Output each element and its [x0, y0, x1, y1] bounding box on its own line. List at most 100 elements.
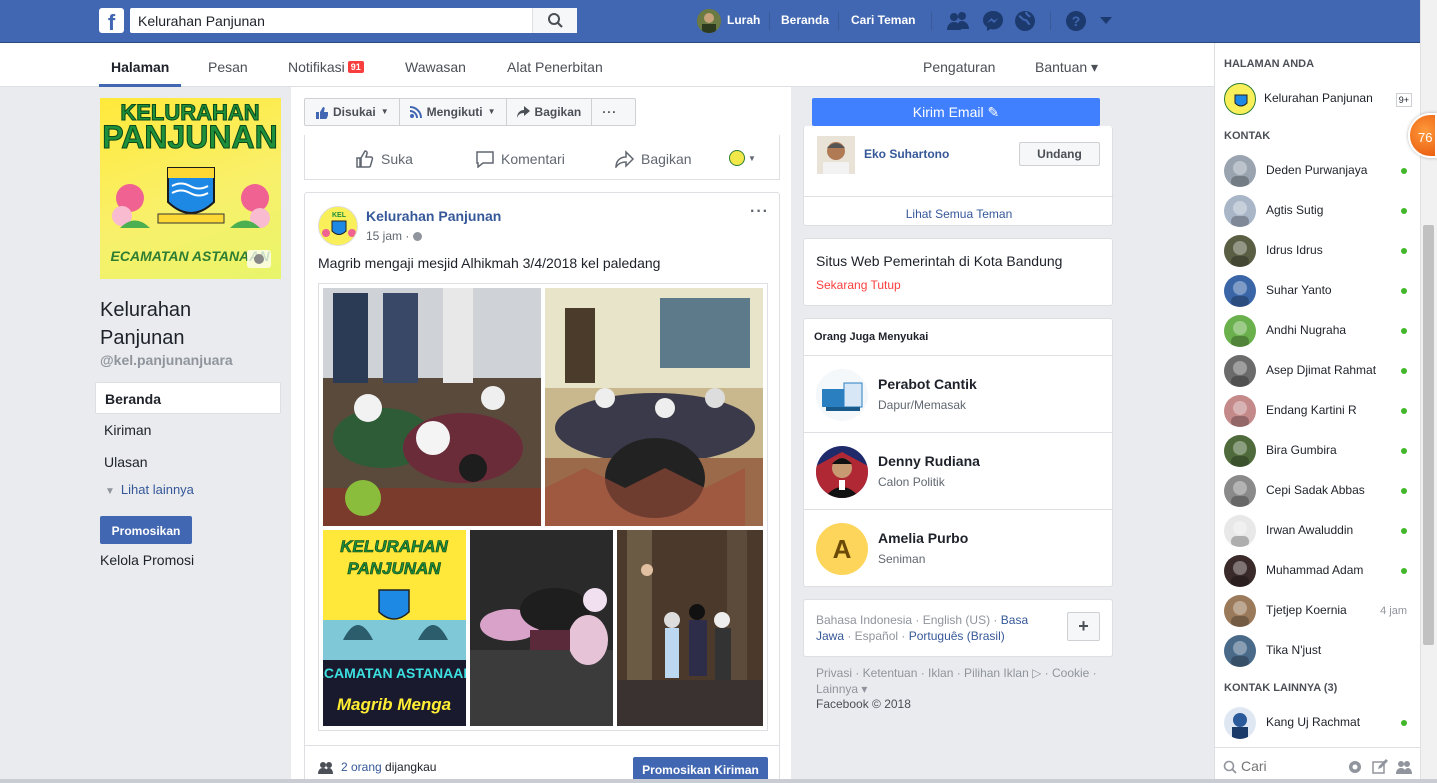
contact-item[interactable]: Tika N'just	[1215, 631, 1420, 671]
find-friends-link[interactable]: Cari Teman	[851, 13, 915, 27]
scrollbar-thumb[interactable]	[1423, 225, 1434, 645]
contact-item[interactable]: Cepi Sadak Abbas	[1215, 471, 1420, 511]
contacts-header: KONTAK	[1224, 130, 1271, 142]
chevron-down-icon[interactable]	[1099, 16, 1113, 26]
contact-item[interactable]: Muhammad Adam	[1215, 551, 1420, 591]
contact-avatar	[1224, 315, 1256, 347]
post-author-name[interactable]: Kelurahan Panjunan	[366, 208, 501, 224]
more-languages-button[interactable]: +	[1067, 612, 1100, 641]
profile-link[interactable]: Lurah	[727, 13, 760, 27]
contact-item[interactable]: Andhi Nugraha	[1215, 311, 1420, 351]
post-photo-4[interactable]	[470, 530, 613, 726]
new-message-icon[interactable]	[1372, 759, 1388, 775]
post-as-selector[interactable]: ▼	[729, 150, 756, 166]
page-username[interactable]: @kel.panjunanjuara	[100, 352, 233, 368]
post-author-avatar[interactable]: KEL	[318, 206, 358, 246]
contact-item[interactable]: Asep Djimat Rahmat	[1215, 351, 1420, 391]
see-more-link[interactable]: ▼ Lihat lainnya	[105, 482, 194, 497]
online-indicator	[1401, 448, 1407, 454]
suggested-page[interactable]: A Amelia Purbo Seniman	[804, 510, 1112, 587]
suggested-page-category: Seniman	[878, 552, 926, 566]
contact-name: Deden Purwanjaya	[1266, 163, 1368, 177]
online-indicator	[1401, 168, 1407, 174]
post-photo-5[interactable]	[617, 530, 763, 726]
post-photo-3[interactable]: KELURAHAN PANJUNAN ECAMATAN ASTANAAN Magrib…	[323, 530, 466, 726]
messenger-icon[interactable]	[982, 10, 1004, 32]
friend-requests-icon[interactable]	[946, 10, 970, 32]
post-timestamp[interactable]: 15 jam ·	[366, 229, 422, 243]
post-photo-1[interactable]	[323, 288, 541, 526]
facebook-logo[interactable]: f	[99, 8, 124, 33]
tab-page[interactable]: Halaman	[111, 59, 169, 75]
footer-links[interactable]: Privasi · Ketentuan · Iklan · Pilihan Ik…	[816, 665, 1106, 697]
contact-item[interactable]: Deden Purwanjaya	[1215, 151, 1420, 191]
help-icon[interactable]: ?	[1065, 10, 1087, 32]
tab-insights[interactable]: Wawasan	[405, 59, 466, 75]
contact-avatar	[1224, 235, 1256, 267]
share-page-button[interactable]: Bagikan	[507, 99, 593, 125]
home-link[interactable]: Beranda	[781, 13, 829, 27]
your-page-badge: 9+	[1395, 93, 1412, 107]
liked-button[interactable]: Disukai ▼	[305, 99, 400, 125]
tab-inbox[interactable]: Pesan	[208, 59, 248, 75]
post-photo-grid: KELURAHAN PANJUNAN ECAMATAN ASTANAAN Magrib…	[318, 283, 768, 731]
friend-name-link[interactable]: Eko Suhartono	[864, 147, 949, 161]
contact-item[interactable]: Tjetjep Koernia 4 jam	[1215, 591, 1420, 631]
following-label: Mengikuti	[426, 105, 483, 119]
page-title[interactable]: Kelurahan Panjunan	[100, 296, 250, 352]
tab-notifications[interactable]: Notifikasi 91	[288, 59, 364, 75]
people-icon	[318, 762, 333, 774]
search-button[interactable]	[532, 8, 577, 33]
send-email-button[interactable]: Kirim Email ✎	[812, 98, 1100, 126]
settings-link[interactable]: Pengaturan	[923, 59, 995, 75]
help-dropdown[interactable]: Bantuan ▾	[1035, 59, 1098, 76]
suggested-page[interactable]: Denny Rudiana Calon Politik	[804, 433, 1112, 510]
contact-item[interactable]: Endang Kartini R	[1215, 391, 1420, 431]
poster-line1-text: KELURAHAN	[340, 537, 448, 556]
contact-item[interactable]: Irwan Awaluddin	[1215, 511, 1420, 551]
left-menu-home[interactable]: Beranda	[95, 382, 281, 414]
like-button[interactable]: Suka	[355, 150, 413, 168]
contact-item[interactable]: Kang Uj Rachmat	[1215, 703, 1420, 743]
nav-divider	[769, 12, 770, 30]
share-button[interactable]: Bagikan	[615, 150, 692, 168]
friend-avatar[interactable]	[817, 136, 855, 174]
contact-item[interactable]: Bira Gumbira	[1215, 431, 1420, 471]
post-card: KEL Kelurahan Panjunan 15 jam · ··· Magr…	[304, 192, 780, 783]
language-espanol[interactable]: · Español ·	[844, 629, 909, 643]
contact-avatar	[1224, 707, 1256, 739]
left-menu-posts[interactable]: Kiriman	[95, 414, 281, 446]
manage-promotions-link[interactable]: Kelola Promosi	[100, 552, 194, 568]
your-page-item[interactable]: Kelurahan Panjunan 9+	[1215, 79, 1420, 119]
chat-search-input[interactable]	[1241, 756, 1341, 776]
language-portugues[interactable]: Português (Brasil)	[909, 629, 1005, 643]
invite-button[interactable]: Undang	[1019, 142, 1100, 166]
more-options-button[interactable]: ···	[592, 99, 627, 125]
share-label: Bagikan	[641, 151, 692, 167]
page-profile-picture[interactable]: KELURAHAN PANJUNAN ECAMATAN ASTANAAN	[100, 98, 281, 279]
online-indicator	[1401, 720, 1407, 726]
suggested-page[interactable]: Perabot Cantik Dapur/Memasak	[804, 356, 1112, 433]
share-arrow-icon	[516, 106, 530, 118]
contact-item[interactable]: Agtis Sutig	[1215, 191, 1420, 231]
online-indicator	[1401, 488, 1407, 494]
comment-button[interactable]: Komentari	[475, 150, 565, 168]
contact-item[interactable]: Suhar Yanto	[1215, 271, 1420, 311]
following-button[interactable]: Mengikuti ▼	[400, 99, 507, 125]
last-active-time: 4 jam	[1380, 605, 1407, 617]
open-status: Sekarang Tutup	[816, 278, 901, 292]
see-all-friends-link[interactable]: Lihat Semua Teman	[804, 196, 1114, 221]
post-photo-2[interactable]	[545, 288, 763, 526]
contact-item[interactable]: Idrus Idrus	[1215, 231, 1420, 271]
reach-count-link[interactable]: 2 orang	[341, 760, 382, 774]
gear-icon[interactable]	[1347, 759, 1363, 775]
promote-button[interactable]: Promosikan	[100, 516, 192, 544]
profile-avatar[interactable]	[697, 9, 721, 33]
globe-icon[interactable]	[1014, 10, 1036, 32]
search-input[interactable]	[130, 8, 535, 33]
post-options-menu[interactable]: ···	[750, 203, 769, 221]
create-group-icon[interactable]	[1395, 759, 1413, 775]
tab-publishing-tools[interactable]: Alat Penerbitan	[507, 59, 603, 75]
left-menu-reviews[interactable]: Ulasan	[95, 446, 281, 478]
language-selector-card: Bahasa Indonesia · English (US) · Basa J…	[803, 599, 1113, 657]
